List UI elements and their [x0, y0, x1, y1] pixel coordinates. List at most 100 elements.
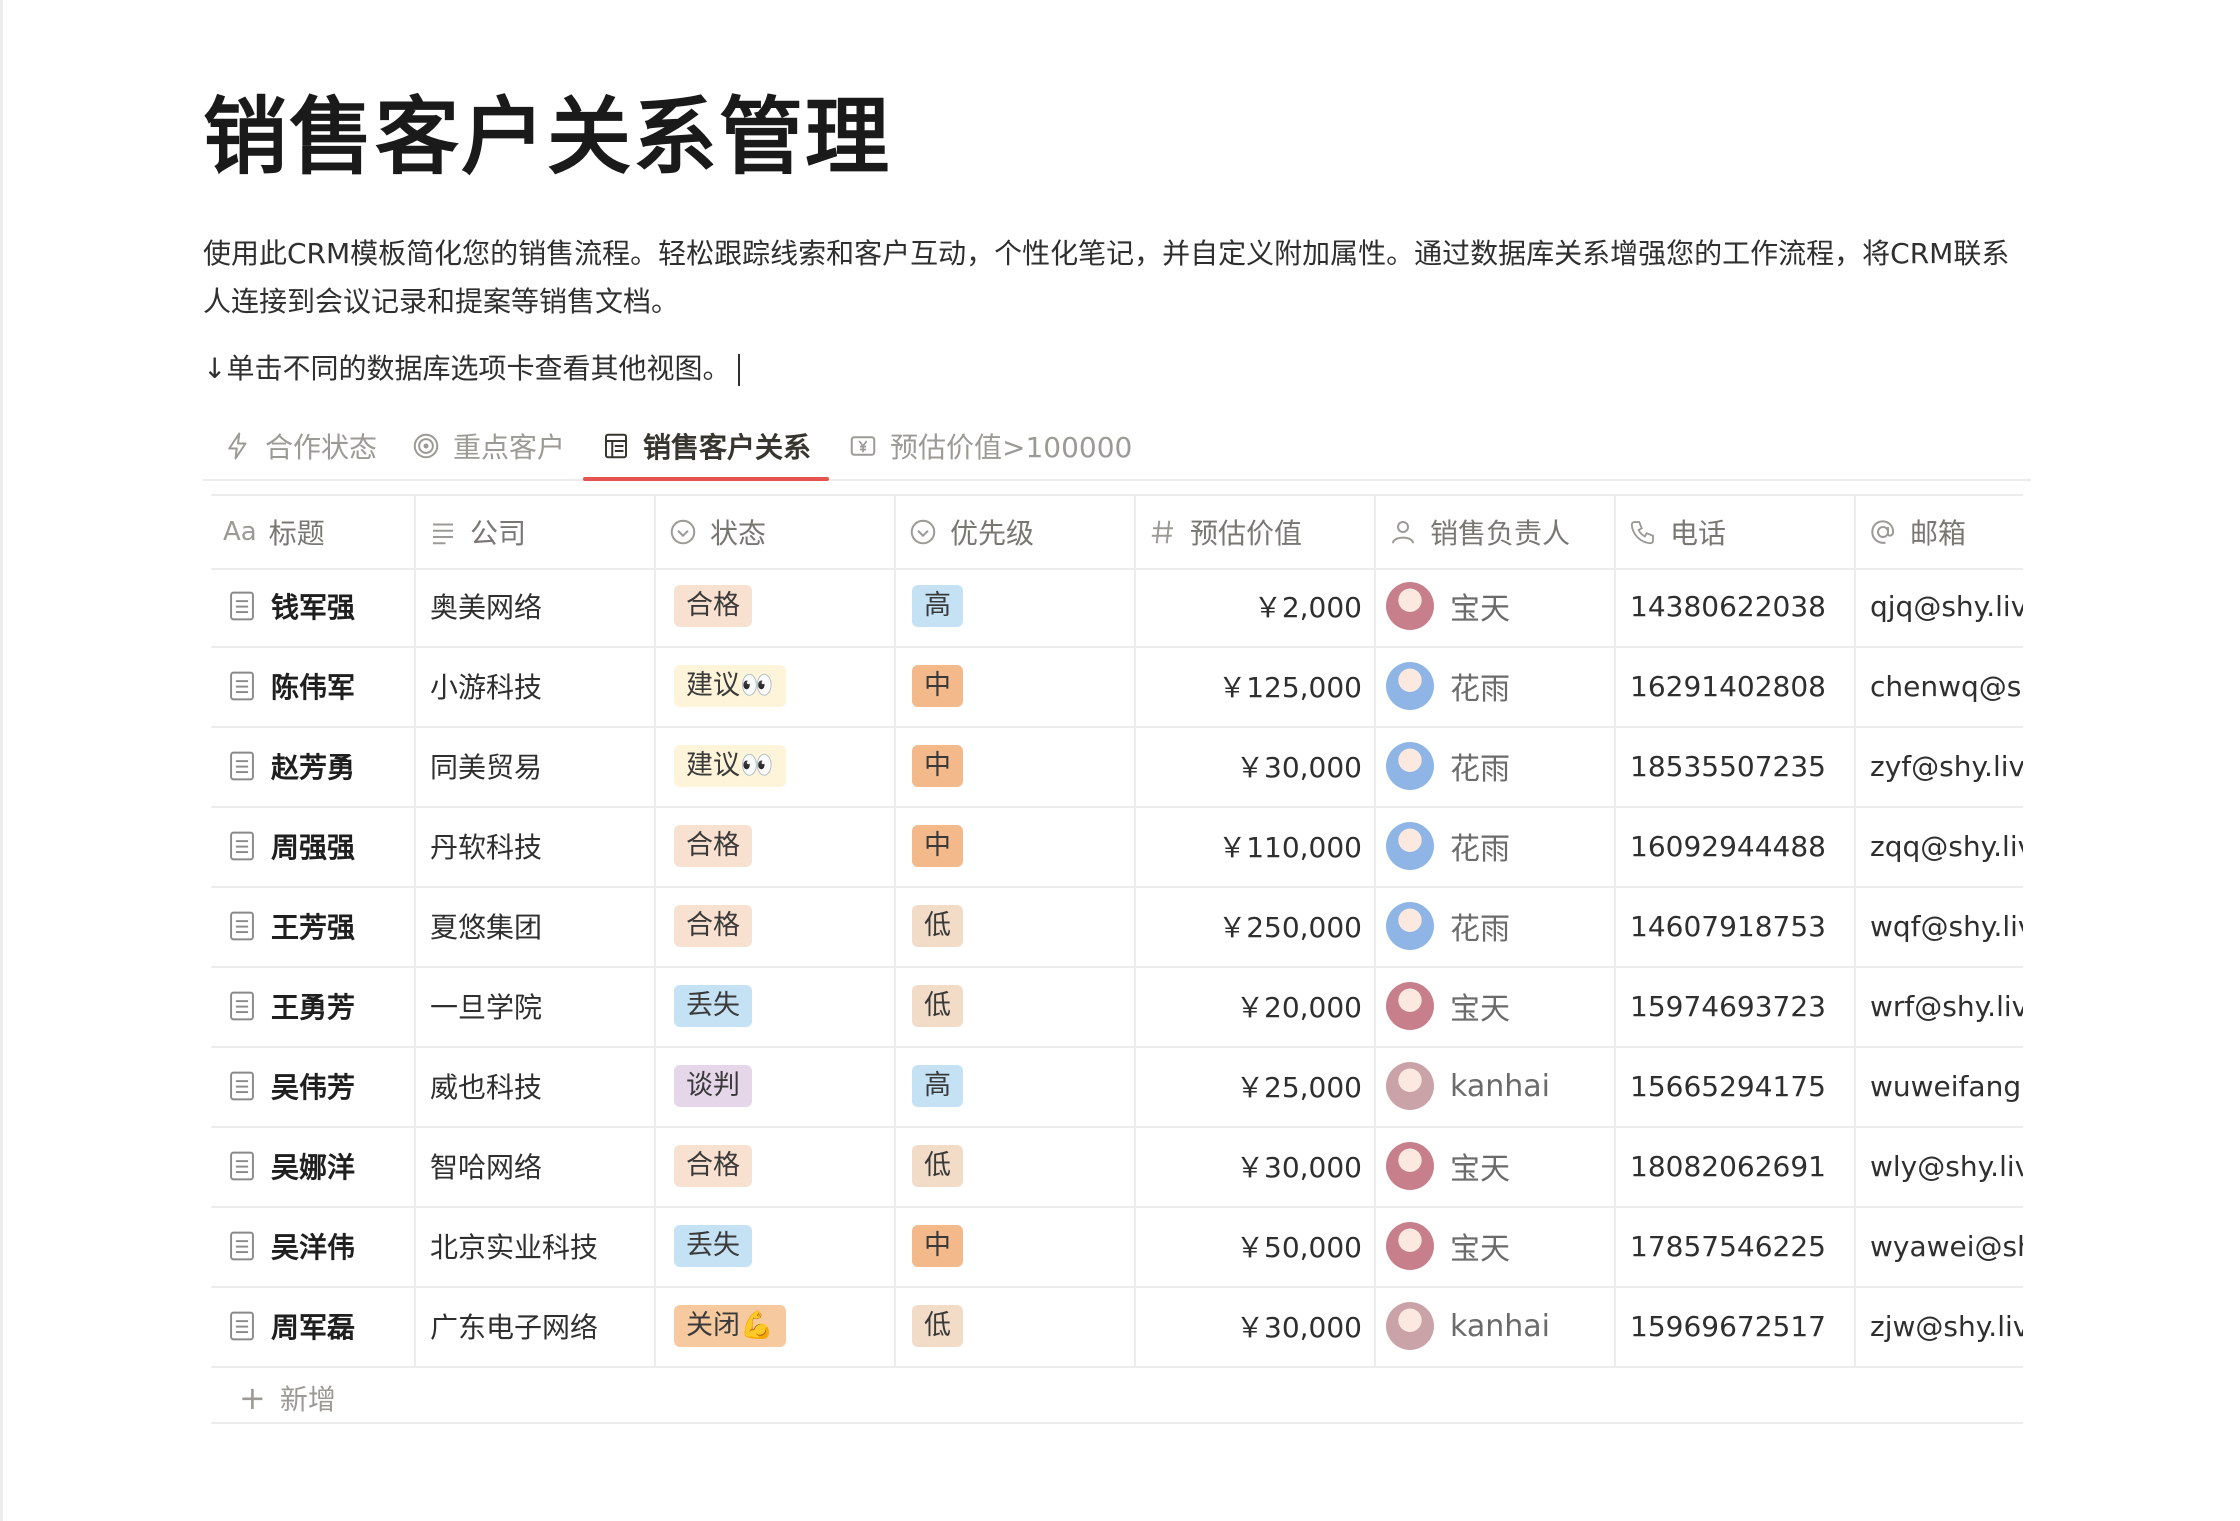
- cell-title[interactable]: 吴娜洋: [211, 1126, 416, 1206]
- tab-estimated-value[interactable]: 预估价值>100000: [848, 415, 1132, 477]
- cell-value[interactable]: ￥30,000: [1136, 1286, 1376, 1366]
- cell-email[interactable]: wqf@shy.live: [1856, 886, 2023, 966]
- column-header-phone[interactable]: 电话: [1616, 496, 1856, 568]
- cell-email[interactable]: wuweifang@shy.live: [1856, 1046, 2023, 1126]
- cell-company[interactable]: 智哈网络: [416, 1126, 656, 1206]
- cell-title[interactable]: 周军磊: [211, 1286, 416, 1366]
- cell-value[interactable]: ￥25,000: [1136, 1046, 1376, 1126]
- cell-priority[interactable]: 低: [896, 1286, 1136, 1366]
- cell-email[interactable]: wly@shy.live: [1856, 1126, 2023, 1206]
- cell-title[interactable]: 吴伟芳: [211, 1046, 416, 1126]
- cell-priority[interactable]: 高: [896, 566, 1136, 646]
- cell-company[interactable]: 广东电子网络: [416, 1286, 656, 1366]
- cell-title[interactable]: 周强强: [211, 806, 416, 886]
- column-header-owner[interactable]: 销售负责人: [1376, 496, 1616, 568]
- cell-value[interactable]: ￥110,000: [1136, 806, 1376, 886]
- cell-email[interactable]: qjq@shy.live: [1856, 566, 2023, 646]
- cell-owner[interactable]: kanhai: [1376, 1046, 1616, 1126]
- cell-company[interactable]: 一旦学院: [416, 966, 656, 1046]
- cell-phone[interactable]: 16291402808: [1616, 646, 1856, 726]
- cell-phone[interactable]: 18535507235: [1616, 726, 1856, 806]
- cell-phone[interactable]: 15665294175: [1616, 1046, 1856, 1126]
- cell-status[interactable]: 关闭💪: [656, 1286, 896, 1366]
- cell-value[interactable]: ￥20,000: [1136, 966, 1376, 1046]
- table-row[interactable]: 周军磊 广东电子网络 关闭💪 低 ￥30,000 kanhai 15969672517 zjw…: [211, 1286, 2023, 1368]
- cell-value[interactable]: ￥250,000: [1136, 886, 1376, 966]
- table-row[interactable]: 王芳强 夏悠集团 合格 低 ￥250,000 花雨 14607918753 wqf@shy.l…: [211, 886, 2023, 968]
- cell-title[interactable]: 王芳强: [211, 886, 416, 966]
- cell-phone[interactable]: 15974693723: [1616, 966, 1856, 1046]
- cell-status[interactable]: 合格: [656, 886, 896, 966]
- cell-owner[interactable]: 花雨: [1376, 726, 1616, 806]
- cell-status[interactable]: 丢失: [656, 1206, 896, 1286]
- cell-owner[interactable]: 花雨: [1376, 646, 1616, 726]
- cell-email[interactable]: wyawei@shy.live: [1856, 1206, 2023, 1286]
- cell-status[interactable]: 谈判: [656, 1046, 896, 1126]
- table-row[interactable]: 王勇芳 一旦学院 丢失 低 ￥20,000 宝天 15974693723 wrf@shy.li…: [211, 966, 2023, 1048]
- cell-priority[interactable]: 中: [896, 646, 1136, 726]
- column-header-title[interactable]: Aa 标题: [211, 496, 416, 568]
- cell-value[interactable]: ￥125,000: [1136, 646, 1376, 726]
- cell-title[interactable]: 钱军强: [211, 566, 416, 646]
- cell-title[interactable]: 吴洋伟: [211, 1206, 416, 1286]
- cell-priority[interactable]: 高: [896, 1046, 1136, 1126]
- column-header-email[interactable]: 邮箱: [1856, 496, 2023, 568]
- cell-owner[interactable]: 宝天: [1376, 566, 1616, 646]
- tab-sales-relations[interactable]: 销售客户关系: [582, 415, 830, 481]
- cell-priority[interactable]: 中: [896, 1206, 1136, 1286]
- cell-phone[interactable]: 14607918753: [1616, 886, 1856, 966]
- cell-value[interactable]: ￥30,000: [1136, 726, 1376, 806]
- cell-value[interactable]: ￥50,000: [1136, 1206, 1376, 1286]
- page-hint[interactable]: ↓单击不同的数据库选项卡查看其他视图。: [203, 347, 741, 387]
- cell-company[interactable]: 小游科技: [416, 646, 656, 726]
- add-row-button[interactable]: + 新增: [211, 1374, 2023, 1424]
- cell-company[interactable]: 丹软科技: [416, 806, 656, 886]
- cell-status[interactable]: 丢失: [656, 966, 896, 1046]
- cell-company[interactable]: 夏悠集团: [416, 886, 656, 966]
- cell-priority[interactable]: 中: [896, 806, 1136, 886]
- cell-company[interactable]: 奥美网络: [416, 566, 656, 646]
- cell-title[interactable]: 王勇芳: [211, 966, 416, 1046]
- cell-priority[interactable]: 低: [896, 886, 1136, 966]
- cell-company[interactable]: 同美贸易: [416, 726, 656, 806]
- cell-status[interactable]: 建议👀: [656, 646, 896, 726]
- cell-value[interactable]: ￥30,000: [1136, 1126, 1376, 1206]
- cell-owner[interactable]: 花雨: [1376, 806, 1616, 886]
- table-row[interactable]: 吴洋伟 北京实业科技 丢失 中 ￥50,000 宝天 17857546225 wyawei@s…: [211, 1206, 2023, 1288]
- column-header-value[interactable]: 预估价值: [1136, 496, 1376, 568]
- cell-company[interactable]: 北京实业科技: [416, 1206, 656, 1286]
- cell-status[interactable]: 合格: [656, 566, 896, 646]
- cell-owner[interactable]: 宝天: [1376, 966, 1616, 1046]
- cell-phone[interactable]: 14380622038: [1616, 566, 1856, 646]
- column-header-priority[interactable]: 优先级: [896, 496, 1136, 568]
- cell-owner[interactable]: 宝天: [1376, 1126, 1616, 1206]
- cell-phone[interactable]: 18082062691: [1616, 1126, 1856, 1206]
- cell-owner[interactable]: kanhai: [1376, 1286, 1616, 1366]
- cell-status[interactable]: 建议👀: [656, 726, 896, 806]
- cell-value[interactable]: ￥2,000: [1136, 566, 1376, 646]
- cell-email[interactable]: zyf@shy.live: [1856, 726, 2023, 806]
- cell-title[interactable]: 陈伟军: [211, 646, 416, 726]
- cell-email[interactable]: zjw@shy.live: [1856, 1286, 2023, 1366]
- cell-priority[interactable]: 低: [896, 1126, 1136, 1206]
- table-row[interactable]: 钱军强 奥美网络 合格 高 ￥2,000 宝天 14380622038 qjq@shy.liv…: [211, 566, 2023, 648]
- table-row[interactable]: 周强强 丹软科技 合格 中 ￥110,000 花雨 16092944488 zqq@shy.l…: [211, 806, 2023, 888]
- cell-status[interactable]: 合格: [656, 1126, 896, 1206]
- column-header-company[interactable]: 公司: [416, 496, 656, 568]
- cell-phone[interactable]: 16092944488: [1616, 806, 1856, 886]
- tab-key-clients[interactable]: 重点客户: [411, 415, 565, 477]
- cell-company[interactable]: 威也科技: [416, 1046, 656, 1126]
- cell-owner[interactable]: 花雨: [1376, 886, 1616, 966]
- cell-email[interactable]: chenwq@shy.live: [1856, 646, 2023, 726]
- table-row[interactable]: 吴伟芳 威也科技 谈判 高 ￥25,000 kanhai 15665294175 wuweif…: [211, 1046, 2023, 1128]
- table-row[interactable]: 吴娜洋 智哈网络 合格 低 ￥30,000 宝天 18082062691 wly@shy.li…: [211, 1126, 2023, 1208]
- cell-title[interactable]: 赵芳勇: [211, 726, 416, 806]
- cell-email[interactable]: wrf@shy.live: [1856, 966, 2023, 1046]
- cell-priority[interactable]: 中: [896, 726, 1136, 806]
- tab-cooperation-status[interactable]: 合作状态: [223, 415, 377, 477]
- cell-owner[interactable]: 宝天: [1376, 1206, 1616, 1286]
- cell-phone[interactable]: 17857546225: [1616, 1206, 1856, 1286]
- cell-status[interactable]: 合格: [656, 806, 896, 886]
- table-row[interactable]: 赵芳勇 同美贸易 建议👀 中 ￥30,000 花雨 18535507235 zyf@shy.l…: [211, 726, 2023, 808]
- cell-phone[interactable]: 15969672517: [1616, 1286, 1856, 1366]
